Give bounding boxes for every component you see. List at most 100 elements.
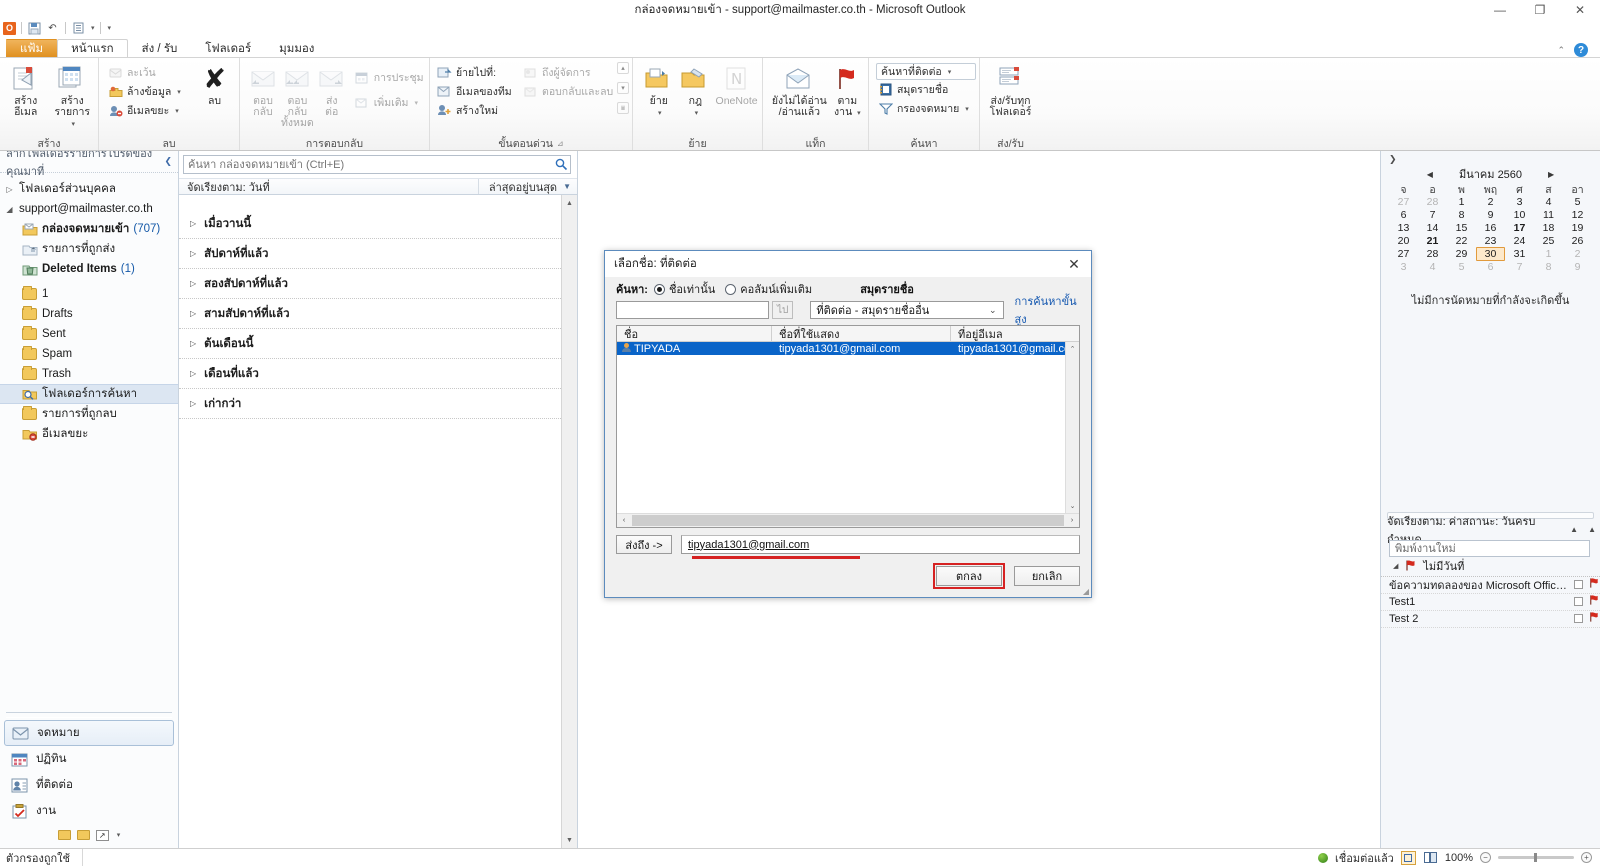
collapse-ribbon-icon[interactable]: ⌃ [1557,45,1565,56]
to-button[interactable]: ส่งถึง -> [616,535,672,554]
configure-buttons-icon[interactable]: ▾ [117,831,121,839]
minimize-button[interactable]: — [1480,0,1520,19]
calendar-day[interactable]: 15 [1447,222,1476,234]
calendar-day[interactable]: 25 [1534,235,1563,247]
tree-item-account[interactable]: ◢ support@mailmaster.co.th [0,199,178,219]
calendar-day[interactable]: 21 [1418,235,1447,247]
message-group-row[interactable]: ▷ เมื่อวานนี้ [179,209,577,239]
message-group-row[interactable]: ▷ ต้นเดือนนี้ [179,329,577,359]
sidebar-item-1[interactable]: 1 [0,284,178,304]
to-manager-button[interactable]: ถึงผู้จัดการ [521,63,616,82]
send-receive-all-button[interactable]: ส่ง/รับทุก โฟลเดอร์ [983,62,1038,120]
sidebar-item-sent-items[interactable]: รายการที่ถูกส่ง [0,239,178,259]
address-book-select[interactable]: ที่ติดต่อ - สมุดรายชื่ออื่น ⌄ [810,301,1004,319]
reply-all-button[interactable]: ตอบกลับ ทั้งหมด [280,62,315,131]
scroll-up-icon[interactable]: ▲ [562,195,577,211]
nav-button-tasks[interactable]: งาน [4,798,174,824]
calendar-day[interactable]: 5 [1563,196,1592,208]
rules-button[interactable]: กฎ ▾ [678,62,714,121]
calendar-day[interactable]: 3 [1389,261,1418,273]
new-items-button[interactable]: สร้าง รายการ ▾ [50,62,96,132]
filter-email-button[interactable]: กรองจดหมาย ▾ [876,99,976,118]
calendar-day[interactable]: 1 [1447,196,1476,208]
calendar-day[interactable]: 29 [1447,248,1476,260]
radio-icon[interactable] [725,283,737,295]
message-group-row[interactable]: ▷ เดือนที่แล้ว [179,359,577,389]
task-sort-bar[interactable]: จัดเรียงตาม: ค่าสถานะ: วันครบกำหนด ▲ ▲ [1381,516,1600,546]
nav-button-mail[interactable]: จดหมาย [4,720,174,746]
move-button[interactable]: ย้าย ▾ [641,62,677,121]
resize-grip-icon[interactable]: ◢ [1083,587,1089,596]
follow-up-button[interactable]: ตาม งาน ▾ [830,62,865,121]
search-input[interactable] [184,158,552,171]
forward-button[interactable]: ส่ง ต่อ [316,62,348,120]
sidebar-item-search-folders[interactable]: โฟลเดอร์การค้นหา [0,384,178,404]
task-complete-checkbox[interactable] [1574,614,1583,623]
calendar-day[interactable]: 26 [1563,235,1592,247]
chevron-right-icon[interactable]: ▷ [4,185,15,194]
move-to-button[interactable]: ย้ายไปที่: [435,63,520,82]
message-group-row[interactable]: ▷ สองสัปดาห์ที่แล้ว [179,269,577,299]
go-button[interactable]: ไป [771,301,794,319]
calendar-day[interactable]: 8 [1534,261,1563,273]
sidebar-item-trash[interactable]: Trash [0,364,178,384]
zoom-out-button[interactable]: − [1480,852,1491,863]
calendar-day[interactable]: 2 [1476,196,1505,208]
column-header-email[interactable]: ที่อยู่อีเมล [951,326,1079,341]
close-button[interactable]: ✕ [1560,0,1600,19]
maximize-button[interactable]: ❐ [1520,0,1560,19]
chevron-down-icon[interactable]: ◢ [4,205,15,214]
chevron-down-icon[interactable]: ▾ [965,105,969,113]
task-sort-arrow-icon[interactable]: ▲ [1570,525,1578,534]
ok-button[interactable]: ตกลง [936,566,1002,586]
zoom-slider[interactable] [1498,853,1574,862]
calendar-day[interactable]: 23 [1476,235,1505,247]
expand-icon[interactable]: ▷ [190,279,196,288]
calendar-day[interactable]: 27 [1389,248,1418,260]
calendar-day[interactable]: 2 [1563,248,1592,260]
calendar-day[interactable]: 4 [1534,196,1563,208]
sidebar-item-junk-email[interactable]: อีเมลขยะ [0,424,178,444]
scroll-down-icon[interactable]: ⌄ [1066,499,1079,513]
tab-send-receive[interactable]: ส่ง / รับ [128,39,192,57]
calendar-day[interactable]: 12 [1563,209,1592,221]
sort-direction-icon[interactable]: ▼ [563,182,571,191]
create-new-quickstep-button[interactable]: สร้างใหม่ [435,101,520,120]
tab-view[interactable]: มุมมอง [265,39,328,57]
task-group-header[interactable]: ◢ ไม่มีวันที่ [1381,557,1600,577]
onenote-button[interactable]: N OneNote [714,62,759,109]
tree-item-personal-folders[interactable]: ▷ โฟลเดอร์ส่วนบุคคล [0,179,178,199]
calendar-day[interactable]: 5 [1447,261,1476,273]
close-icon[interactable]: ✕ [1057,251,1091,277]
search-icon[interactable] [552,158,570,171]
normal-view-icon[interactable] [1400,850,1416,865]
scroll-left-icon[interactable]: ‹ [617,517,631,524]
chevron-down-icon[interactable]: ⌄ [989,305,1003,316]
undo-icon[interactable]: ↶ [45,21,60,35]
scroll-thumb[interactable] [632,515,1064,526]
expand-icon[interactable]: ▷ [190,219,196,228]
reply-button[interactable]: ตอบ กลับ [247,62,279,120]
calendar-day[interactable]: 9 [1476,209,1505,221]
quicksteps-scroll-down-icon[interactable]: ▾ [617,82,629,94]
sidebar-item-drafts[interactable]: Drafts [0,304,178,324]
reading-view-icon[interactable] [1423,851,1438,865]
to-field[interactable]: tipyada1301@gmail.com [681,535,1080,554]
expand-icon[interactable]: ▷ [190,249,196,258]
calendar-day[interactable]: 13 [1389,222,1418,234]
calendar-day[interactable]: 27 [1389,196,1418,208]
expand-icon[interactable]: ▷ [190,339,196,348]
column-header-name[interactable]: ชื่อ [617,326,772,341]
calendar-day[interactable]: 3 [1505,196,1534,208]
calendar-day[interactable]: 24 [1505,235,1534,247]
chevron-down-icon[interactable]: ▾ [948,68,952,76]
calendar-day[interactable]: 19 [1563,222,1592,234]
flag-icon[interactable] [1587,594,1600,609]
sort-order[interactable]: ล่าสุดอยู่บนสุด ▼ [477,179,577,194]
notes-icon[interactable] [57,830,71,840]
message-group-row[interactable]: ▷ สัปดาห์ที่แล้ว [179,239,577,269]
prev-month-icon[interactable]: ◀ [1427,170,1433,179]
calendar-day[interactable]: 14 [1418,222,1447,234]
table-row[interactable]: TIPYADA tipyada1301@gmail.com tipyada130… [617,342,1079,355]
expand-icon[interactable]: ▷ [190,369,196,378]
